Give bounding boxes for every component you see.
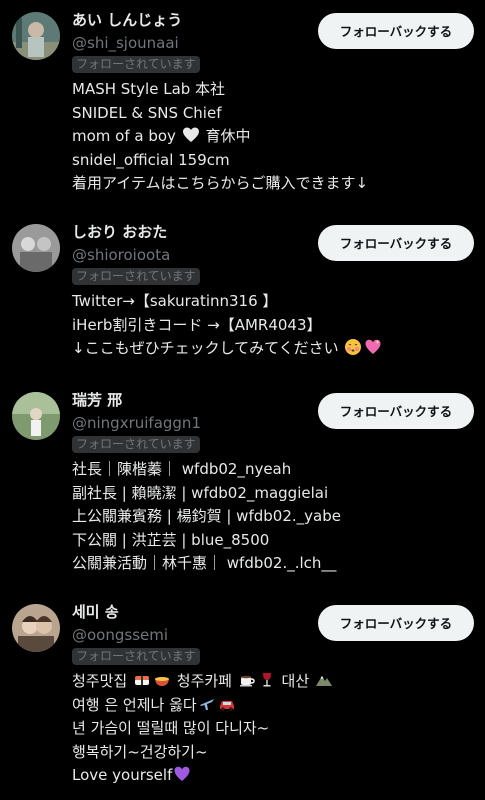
- bio-line: 행복하기~건강하기~: [72, 742, 208, 761]
- mountain-icon: [315, 671, 333, 689]
- follows-you-badge: フォローされています: [72, 436, 200, 453]
- user-handle[interactable]: @shi_sjounaai: [72, 33, 179, 53]
- user-list: あい しんじょう @shi_sjounaai フォローされています フォローバッ…: [0, 0, 485, 800]
- follows-you-badge: フォローされています: [72, 56, 200, 73]
- follow-back-button[interactable]: フォローバックする: [318, 13, 474, 49]
- user-bio: Twitter→【sakuratinn316 】 iHerb割引きコード →【A…: [72, 290, 472, 361]
- bio-text: ↓ここもぜひチェックしてみてください: [72, 339, 339, 357]
- display-name[interactable]: しおり おおた: [72, 222, 167, 242]
- user-bio: 청주맛집 청주카페 대산 여행 은 언제나 옳다 년 가슴이 떨릴때 많이 다니…: [72, 670, 472, 788]
- user-bio: MASH Style Lab 本社 SNIDEL & SNS Chief mom…: [72, 78, 472, 196]
- bio-text: 여행 은 언제나 옳다: [72, 695, 197, 714]
- user-cell[interactable]: 세미 송 @oongssemi フォローされています フォローバックする 청주맛…: [0, 592, 485, 800]
- avatar[interactable]: [12, 224, 60, 272]
- display-name[interactable]: あい しんじょう: [72, 10, 182, 30]
- follow-back-button[interactable]: フォローバックする: [318, 605, 474, 641]
- airplane-icon: [198, 695, 216, 713]
- follow-back-button[interactable]: フォローバックする: [318, 393, 474, 429]
- bio-line: 公關兼活動｜林千惠｜ wfdb02._.lch__: [72, 554, 337, 572]
- bio-line: 청주맛집 청주카페 대산: [72, 670, 472, 694]
- bio-line: iHerb割引きコード →【AMR4043】: [72, 315, 322, 334]
- user-handle[interactable]: @oongssemi: [72, 625, 168, 645]
- bio-line: 여행 은 언제나 옳다: [72, 694, 472, 718]
- bio-line: Love yourself: [72, 764, 472, 788]
- bio-line: MASH Style Lab 本社: [72, 80, 226, 98]
- bio-line: ↓ここもぜひチェックしてみてください: [72, 337, 472, 361]
- bio-line: mom of a boy 育休中: [72, 125, 472, 149]
- follows-you-badge: フォローされています: [72, 268, 200, 285]
- bio-line: SNIDEL & SNS Chief: [72, 103, 222, 122]
- display-name[interactable]: 세미 송: [72, 602, 119, 622]
- bowl-icon: [153, 671, 171, 689]
- user-handle[interactable]: @ningxruifaggn1: [72, 413, 201, 433]
- bio-text: 대산: [281, 672, 310, 690]
- user-cell[interactable]: しおり おおた @shioroioota フォローされています フォローバックす…: [0, 212, 485, 380]
- avatar[interactable]: [12, 12, 60, 60]
- bio-line: 下公關 | 洪芷芸 | blue_8500: [72, 530, 270, 549]
- avatar[interactable]: [12, 392, 60, 440]
- bio-text: 청주카페: [176, 672, 232, 690]
- sushi-icon: [133, 671, 151, 689]
- coffee-icon: [238, 671, 256, 689]
- bio-line: snidel_official 159cm: [72, 150, 230, 169]
- display-name[interactable]: 瑞芳 邢: [72, 390, 122, 410]
- bio-line: 년 가슴이 떨릴때 많이 다니자~: [72, 719, 270, 737]
- bio-line: 副社長 | 賴曉潔 | wfdb02_maggielai: [72, 483, 329, 502]
- avatar[interactable]: [12, 604, 60, 652]
- bio-text: 청주맛집: [72, 672, 128, 690]
- follows-you-badge: フォローされています: [72, 648, 200, 665]
- bio-line: 着用アイテムはこちらからご購入できます↓: [72, 174, 369, 192]
- heart-icon: [182, 126, 200, 144]
- sparkling-heart-icon: [364, 338, 382, 356]
- blushing-face-icon: [344, 338, 362, 356]
- car-icon: [218, 695, 236, 713]
- bio-text: mom of a boy: [72, 127, 176, 145]
- user-cell[interactable]: あい しんじょう @shi_sjounaai フォローされています フォローバッ…: [0, 0, 485, 212]
- wine-glass-icon: [258, 671, 276, 689]
- bio-text: 育休中: [205, 127, 251, 145]
- user-handle[interactable]: @shioroioota: [72, 245, 170, 265]
- purple-heart-icon: [173, 765, 191, 783]
- bio-text: Love yourself: [72, 766, 173, 784]
- follow-back-button[interactable]: フォローバックする: [318, 225, 474, 261]
- user-bio: 社長｜陳楷蓁｜ wfdb02_nyeah 副社長 | 賴曉潔 | wfdb02_…: [72, 458, 472, 576]
- bio-line: 社長｜陳楷蓁｜ wfdb02_nyeah: [72, 460, 292, 478]
- bio-line: 上公關兼賓務 | 楊鈞賀 | wfdb02._yabe: [72, 507, 341, 525]
- bio-line: Twitter→【sakuratinn316 】: [72, 292, 278, 310]
- user-cell[interactable]: 瑞芳 邢 @ningxruifaggn1 フォローされています フォローバックす…: [0, 380, 485, 592]
